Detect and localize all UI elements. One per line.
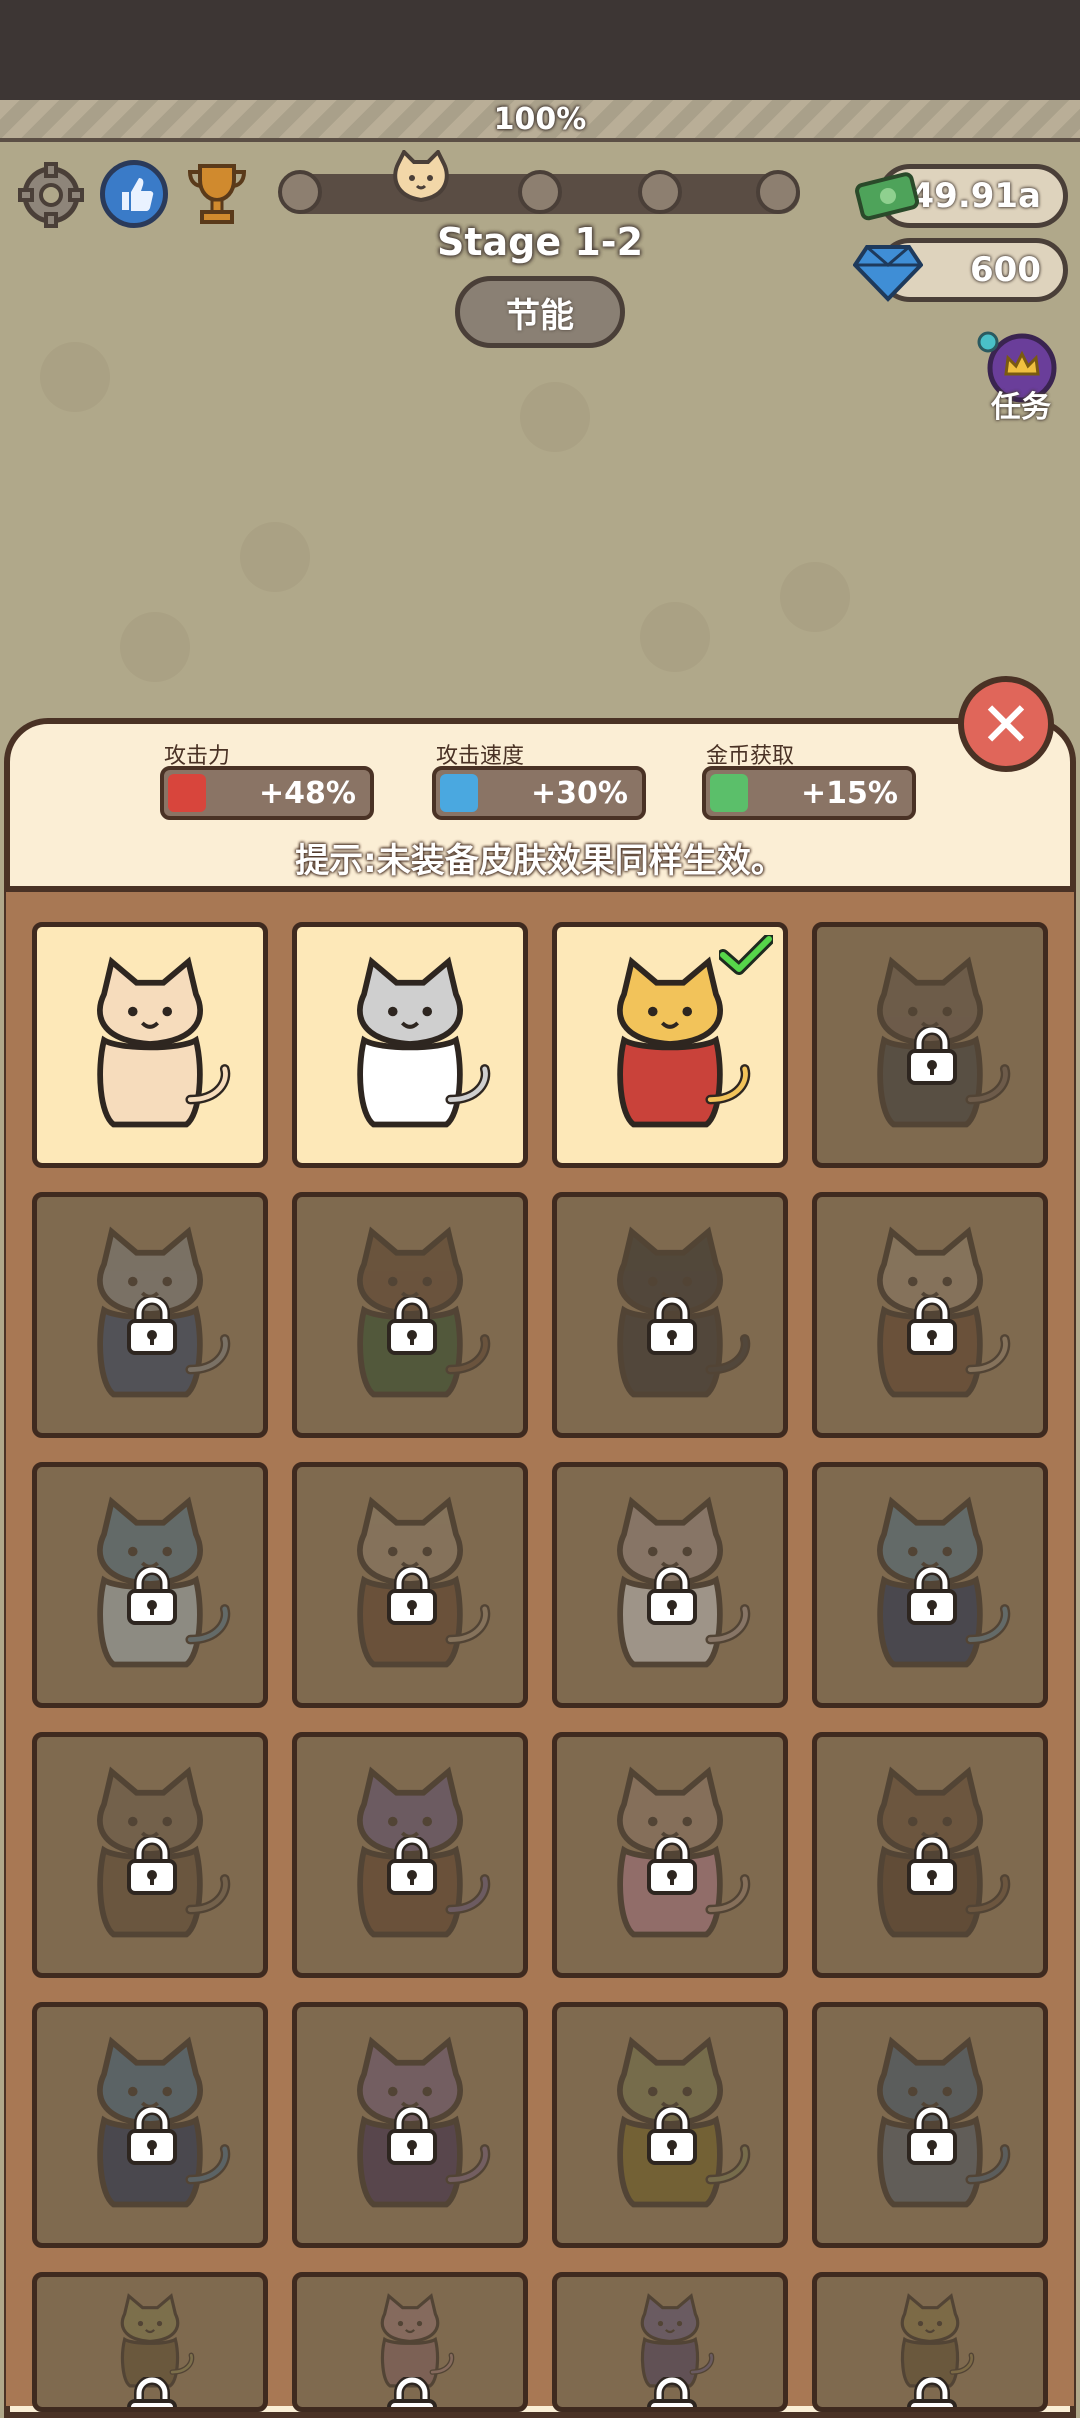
- skin-slot-maid-cat[interactable]: [812, 1192, 1048, 1438]
- skin-slot-tabby-dress-cat[interactable]: [812, 922, 1048, 1168]
- skin-slot-nurse-cat[interactable]: [552, 1462, 788, 1708]
- equipped-check-icon: [719, 935, 773, 975]
- cash-icon: [710, 774, 748, 812]
- stat-value-box: +15%: [702, 766, 916, 820]
- skin-slot-princess-cat[interactable]: [552, 1732, 788, 1978]
- cash-icon: [855, 172, 920, 221]
- lock-icon: [905, 1837, 959, 1895]
- level-progress-bar: 100%: [0, 100, 1080, 142]
- stat-value: +30%: [531, 775, 628, 811]
- cash-amount: 49.91a: [910, 176, 1042, 216]
- cash-counter[interactable]: 49.91a: [855, 164, 1068, 228]
- skin-slot-wizard-cat[interactable]: [292, 1732, 528, 1978]
- cat-sprite: [97, 956, 231, 1128]
- stage-node: [278, 170, 322, 214]
- lock-icon: [385, 2377, 439, 2407]
- stage-node: [756, 170, 800, 214]
- skin-slot-blue-cap-cat[interactable]: [32, 2002, 268, 2248]
- skin-slot-detective-cat[interactable]: [32, 1732, 268, 1978]
- lock-icon: [385, 1567, 439, 1625]
- skin-slot-crown-cat-3[interactable]: [812, 2272, 1048, 2412]
- gem-amount: 600: [970, 250, 1041, 290]
- skin-slot-black-cat[interactable]: [552, 1192, 788, 1438]
- stat-value: +15%: [801, 775, 898, 811]
- lock-icon: [645, 2107, 699, 2165]
- fist-icon: [168, 774, 206, 812]
- diamond-icon: [853, 245, 923, 302]
- lock-icon: [385, 1297, 439, 1355]
- stage-node: [518, 170, 562, 214]
- skin-slot-brown-green-cat[interactable]: [292, 1192, 528, 1438]
- skin-slot-police-cat[interactable]: [812, 1462, 1048, 1708]
- sword-icon: [440, 774, 478, 812]
- cat-head-marker-icon: [390, 148, 452, 206]
- lock-icon: [905, 1027, 959, 1085]
- lock-icon: [125, 1297, 179, 1355]
- energy-saving-button[interactable]: 节能: [455, 276, 625, 348]
- skin-slot-gold-dress-cat[interactable]: [552, 2002, 788, 2248]
- task-label: 任务: [991, 390, 1051, 425]
- stat-value: +48%: [259, 775, 356, 811]
- thumbs-up-icon[interactable]: [100, 160, 168, 228]
- skin-grid: [6, 886, 1074, 2412]
- skin-slot-grey-sailor-cat[interactable]: [292, 922, 528, 1168]
- skin-slot-brown-beret-cat[interactable]: [812, 1732, 1048, 1978]
- lock-icon: [385, 1837, 439, 1895]
- skin-slot-witch-cat[interactable]: [292, 2002, 528, 2248]
- lock-icon: [645, 1837, 699, 1895]
- task-button[interactable]: 任务: [976, 330, 1066, 425]
- lock-icon: [125, 1837, 179, 1895]
- skin-slot-orange-jacket-cat[interactable]: [552, 922, 788, 1168]
- lock-icon: [905, 2107, 959, 2165]
- skin-slot-grey-vest-cat[interactable]: [32, 1192, 268, 1438]
- lock-icon: [125, 2107, 179, 2165]
- gem-counter[interactable]: 600: [853, 238, 1068, 302]
- stat-value-box: +30%: [432, 766, 646, 820]
- progress-text: 100%: [493, 102, 587, 137]
- lock-icon: [905, 1297, 959, 1355]
- stage-node: [638, 170, 682, 214]
- stage-progress-track: [278, 148, 800, 214]
- skin-slot-crown-cat-1[interactable]: [32, 2272, 268, 2412]
- lock-icon: [385, 2107, 439, 2165]
- skin-slot-crown-cat-2[interactable]: [552, 2272, 788, 2412]
- cat-sprite: [357, 956, 491, 1128]
- lock-icon: [905, 2377, 959, 2407]
- skin-hint-text: 提示:未装备皮肤效果同样生效。: [295, 841, 785, 881]
- lock-icon: [645, 1567, 699, 1625]
- lock-icon: [125, 2377, 179, 2407]
- skin-slot-sailor-cat[interactable]: [32, 1462, 268, 1708]
- skin-slot-chef-cat[interactable]: [292, 1462, 528, 1708]
- lock-icon: [645, 1297, 699, 1355]
- stat-value-box: +48%: [160, 766, 374, 820]
- lock-icon: [645, 2377, 699, 2407]
- skin-slot-tiara-cat[interactable]: [292, 2272, 528, 2412]
- gear-icon[interactable]: [18, 162, 84, 228]
- lock-icon: [905, 1567, 959, 1625]
- lock-icon: [125, 1567, 179, 1625]
- close-icon[interactable]: ✕: [958, 676, 1054, 772]
- skin-slot-cream-cat[interactable]: [32, 922, 268, 1168]
- status-bar: [0, 0, 1080, 100]
- skin-slot-armor-cat[interactable]: [812, 2002, 1048, 2248]
